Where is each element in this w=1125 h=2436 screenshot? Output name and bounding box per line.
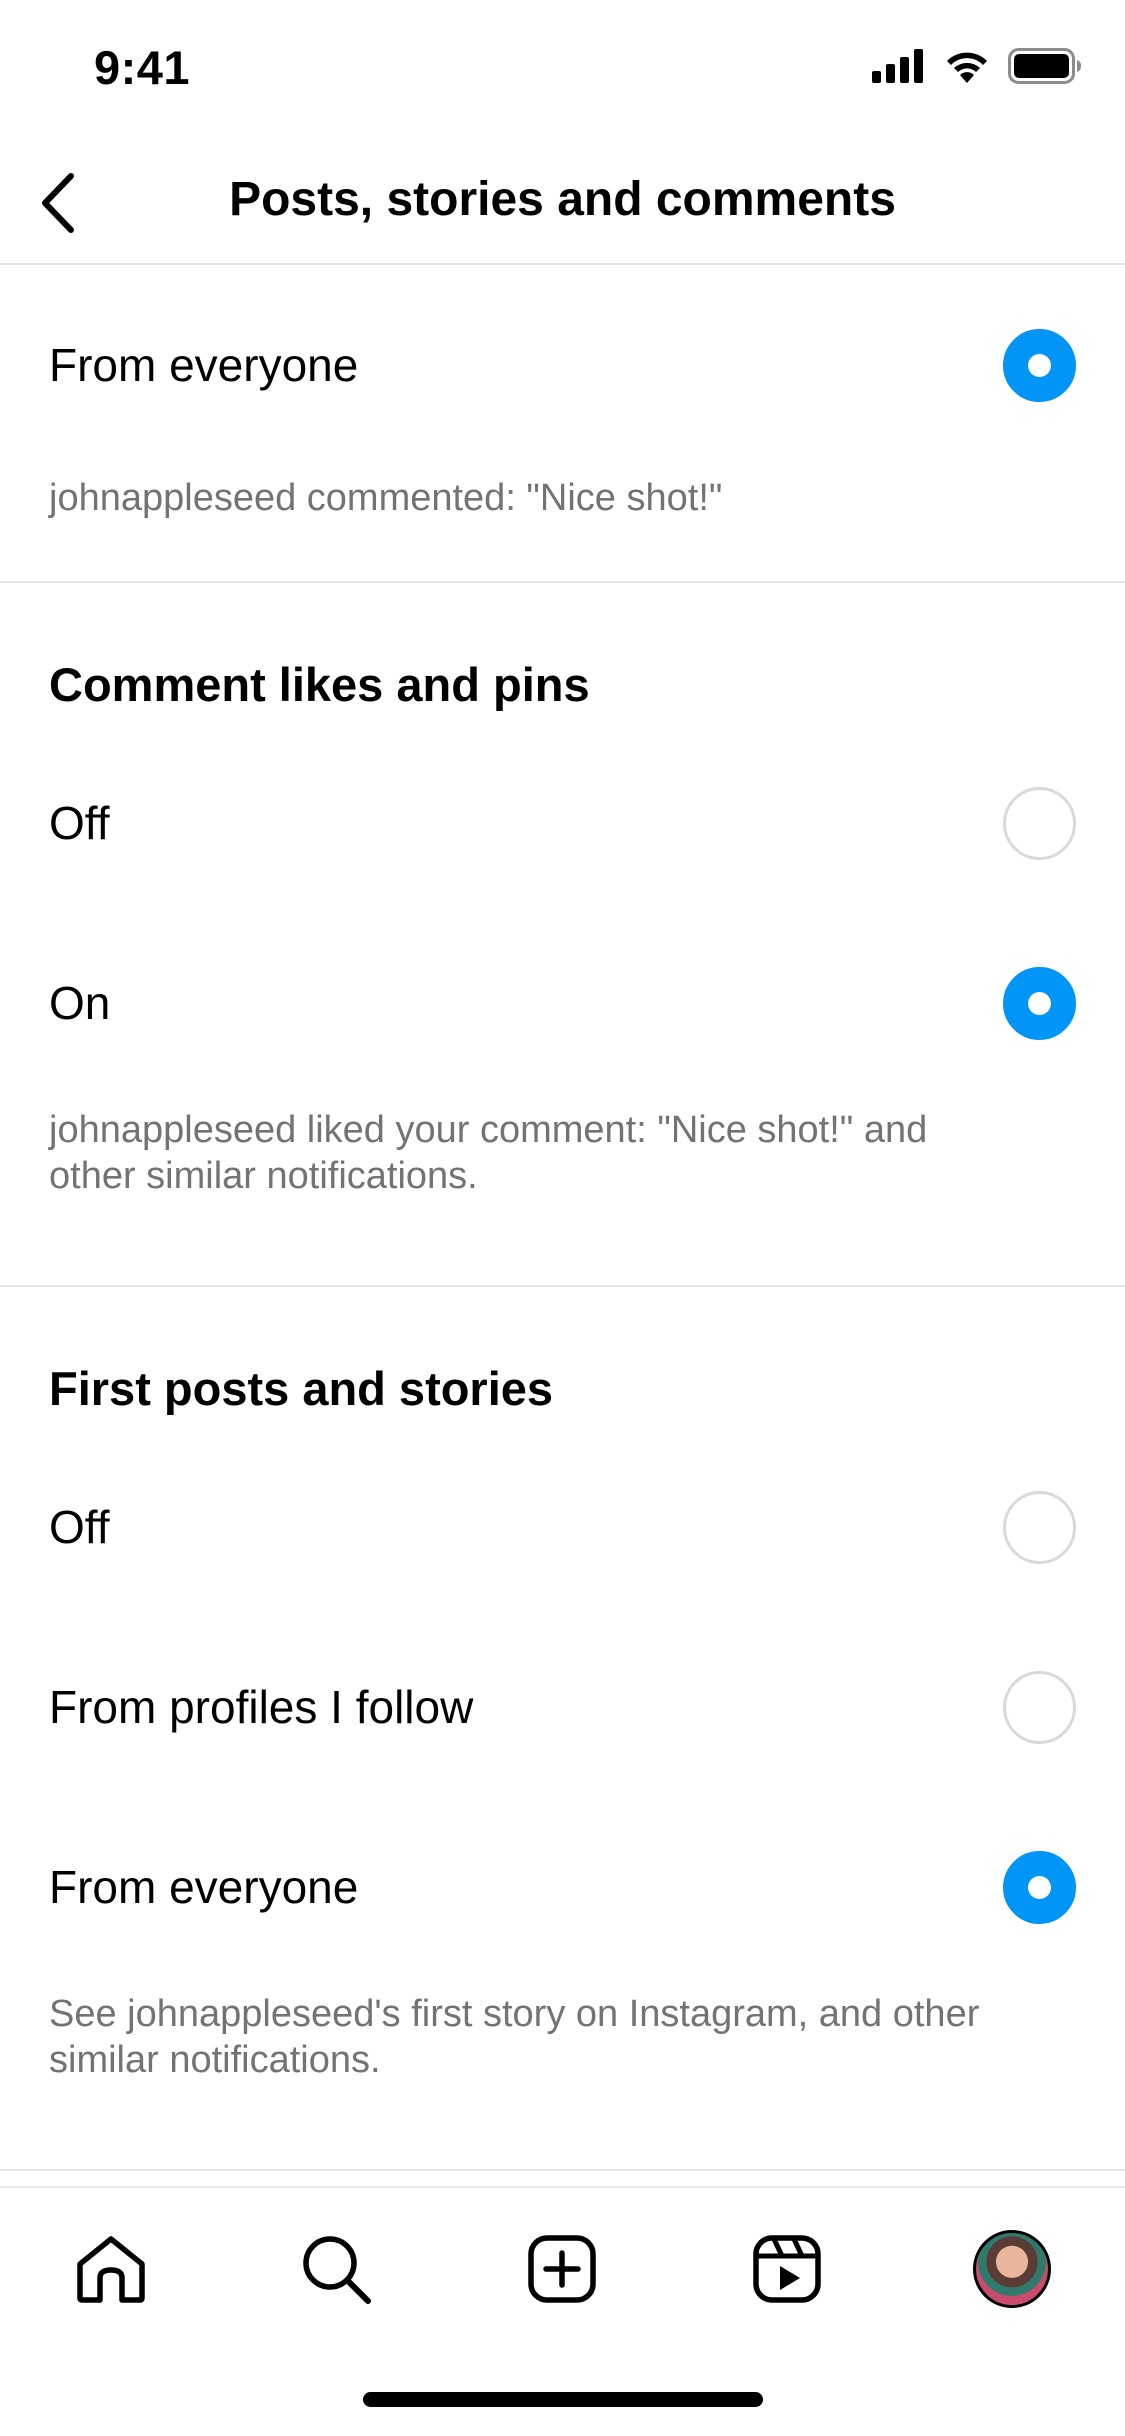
- tab-search[interactable]: [291, 2224, 381, 2314]
- first-posts-following-option[interactable]: From profiles I follow: [0, 1617, 1125, 1797]
- option-label: On: [49, 977, 111, 1029]
- reels-icon: [753, 2235, 821, 2303]
- comments-description: johnappleseed commented: "Nice shot!": [49, 477, 723, 519]
- search-icon: [303, 2236, 371, 2304]
- divider: [0, 2169, 1125, 2171]
- battery-icon: [1008, 48, 1082, 84]
- section-title-first-posts: First posts and stories: [49, 1362, 554, 1415]
- radio-selected[interactable]: [1003, 966, 1076, 1040]
- home-icon: [77, 2236, 145, 2303]
- description-line: other similar notifications.: [49, 1155, 478, 1197]
- comments-from-everyone-option[interactable]: From everyone: [0, 267, 1125, 463]
- home-indicator: [363, 2392, 763, 2407]
- comment-likes-on-option[interactable]: On: [0, 913, 1125, 1093]
- status-icons: [872, 48, 1082, 84]
- comment-likes-description: johnappleseed liked your comment: "Nice …: [0, 1093, 1125, 1285]
- first-posts-everyone-option[interactable]: From everyone: [0, 1797, 1125, 1977]
- status-bar: 9:41: [0, 0, 1125, 140]
- first-posts-off-option[interactable]: Off: [0, 1437, 1125, 1617]
- settings-content: From everyone johnappleseed commented: "…: [0, 267, 1125, 2171]
- radio-selected[interactable]: [1003, 1850, 1076, 1924]
- profile-avatar: [973, 2230, 1051, 2308]
- option-label: From everyone: [49, 339, 359, 391]
- wifi-icon: [944, 49, 990, 83]
- tab-profile[interactable]: [967, 2224, 1057, 2314]
- option-label: Off: [49, 1501, 110, 1553]
- tab-create[interactable]: [517, 2224, 607, 2314]
- status-time: 9:41: [94, 41, 191, 94]
- first-posts-description: See johnappleseed's first story on Insta…: [0, 1977, 1125, 2169]
- section-title-comment-likes: Comment likes and pins: [49, 658, 590, 711]
- comment-likes-off-option[interactable]: Off: [0, 733, 1125, 913]
- radio-unselected[interactable]: [1003, 1490, 1076, 1564]
- navigation-header: Posts, stories and comments: [0, 140, 1125, 265]
- option-label: From everyone: [49, 1861, 359, 1913]
- option-label: Off: [49, 797, 110, 849]
- tab-home[interactable]: [66, 2224, 156, 2314]
- radio-selected[interactable]: [1003, 328, 1076, 402]
- description-line: similar notifications.: [49, 2039, 381, 2081]
- description-line: johnappleseed liked your comment: "Nice …: [49, 1109, 928, 1151]
- create-icon: [528, 2235, 596, 2303]
- notifications-settings-screen: 9:41 Posts, stories and comments From ev…: [0, 0, 1125, 2436]
- radio-unselected[interactable]: [1003, 1670, 1076, 1744]
- description-line: See johnappleseed's first story on Insta…: [49, 1993, 980, 2035]
- cellular-signal-icon: [872, 49, 926, 83]
- tab-reels[interactable]: [742, 2224, 832, 2314]
- option-label: From profiles I follow: [49, 1681, 474, 1733]
- page-title: Posts, stories and comments: [229, 173, 896, 226]
- radio-unselected[interactable]: [1003, 786, 1076, 860]
